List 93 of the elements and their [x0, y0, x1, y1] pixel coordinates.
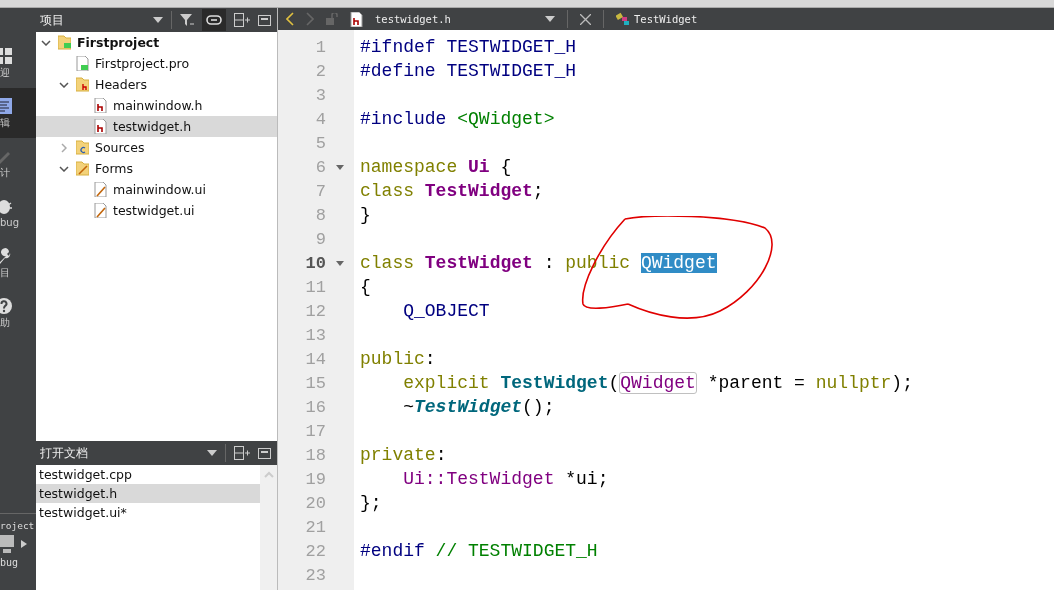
code-line: namespace Ui {: [360, 157, 512, 177]
link-button[interactable]: [202, 9, 226, 31]
code-line: private:: [360, 445, 447, 465]
code-line: {: [360, 277, 371, 297]
line-number: 3: [314, 85, 326, 105]
tree-item[interactable]: Firstproject: [36, 32, 277, 53]
fold-arrow-icon[interactable]: [336, 164, 344, 170]
form-folder-icon: [76, 161, 89, 176]
mode-button[interactable]: 目: [0, 238, 36, 288]
qt-folder-icon: [58, 35, 71, 50]
line-number: 9: [314, 229, 326, 249]
code-line: ~TestWidget();: [402, 397, 555, 417]
line-number: 1: [314, 37, 326, 57]
line-number: 11: [304, 277, 326, 297]
mode-button[interactable]: 助: [0, 288, 36, 338]
wrench-icon: [0, 248, 12, 264]
line-number: 16: [304, 397, 326, 417]
code-line: class TestWidget;: [360, 181, 544, 201]
tree-item[interactable]: testwidget.ui: [36, 200, 277, 221]
mode-button[interactable]: 迎: [0, 38, 36, 88]
tree-item[interactable]: mainwindow.ui: [36, 179, 277, 200]
document-icon: [0, 98, 12, 114]
filter-icon[interactable]: [180, 13, 194, 27]
monitor-icon: [0, 535, 16, 553]
code-line: #endif // TESTWIDGET_H: [360, 541, 598, 561]
tree-item[interactable]: Firstproject.pro: [36, 53, 277, 74]
mode-button[interactable]: bug: [0, 188, 36, 238]
split-icon[interactable]: [234, 446, 250, 460]
line-number: 20: [304, 493, 326, 513]
tree-item[interactable]: Sources: [36, 137, 277, 158]
code-line: };: [360, 493, 382, 513]
dropdown-icon[interactable]: [207, 450, 217, 456]
code-line: }: [360, 205, 371, 225]
tree-item[interactable]: testwidget.h: [36, 116, 277, 137]
bug-icon: [0, 198, 12, 214]
line-number: 22: [304, 541, 326, 561]
code-line: explicit TestWidget(QWidget *parent = nullptr);: [402, 373, 913, 393]
document-item[interactable]: testwidget.ui*: [36, 503, 260, 522]
back-icon[interactable]: [286, 12, 294, 26]
target-selector[interactable]: roject bug: [0, 520, 36, 590]
code-line: #include <QWidget>: [360, 109, 555, 129]
line-number: 5: [314, 133, 326, 153]
header-file-icon: [94, 119, 107, 134]
code-line: public:: [360, 349, 436, 369]
header-file-icon: [350, 11, 363, 27]
line-number: 6: [314, 157, 326, 177]
dropdown-icon: [545, 16, 555, 22]
code-line: #define TESTWIDGET_H: [360, 61, 577, 81]
document-item[interactable]: testwidget.h: [36, 484, 260, 503]
line-number: 4: [314, 109, 326, 129]
line-number: 19: [304, 469, 326, 489]
tree-item[interactable]: Forms: [36, 158, 277, 179]
form-file-icon: [94, 182, 107, 197]
grid-icon: [0, 48, 12, 64]
tree-item[interactable]: Headers: [36, 74, 277, 95]
close-panel-icon[interactable]: [258, 14, 271, 26]
form-file-icon: [94, 203, 107, 218]
line-number: 14: [304, 349, 326, 369]
line-number: 7: [314, 181, 326, 201]
line-number: 8: [314, 205, 326, 225]
qt-file-icon: [76, 56, 89, 71]
code-line: Q_OBJECT: [402, 301, 490, 321]
line-number: 15: [304, 373, 326, 393]
document-item[interactable]: testwidget.cpp: [36, 465, 260, 484]
code-line: #ifndef TESTWIDGET_H: [360, 37, 577, 57]
mode-button[interactable]: 辑: [0, 88, 36, 138]
symbol-selector[interactable]: TestWidget: [616, 12, 698, 26]
mode-button[interactable]: 计: [0, 138, 36, 188]
line-number: 17: [304, 421, 326, 441]
header-file-icon: [94, 98, 107, 113]
dropdown-icon[interactable]: [153, 17, 163, 23]
line-number: 18: [304, 445, 326, 465]
panel-title: 打开文档: [40, 444, 89, 462]
line-number: 13: [304, 325, 326, 345]
split-icon[interactable]: [234, 13, 250, 27]
line-number: 23: [304, 565, 326, 585]
link-icon: [206, 15, 222, 25]
tree-item[interactable]: mainwindow.h: [36, 95, 277, 116]
fold-arrow-icon[interactable]: [336, 260, 344, 266]
code-line: Ui::TestWidget *ui;: [402, 469, 609, 489]
panel-title: 项目: [40, 11, 65, 29]
close-icon[interactable]: [580, 13, 591, 25]
line-number: 12: [304, 301, 326, 321]
close-panel-icon[interactable]: [258, 447, 271, 459]
scrollbar[interactable]: [260, 465, 277, 590]
caret-icon: [21, 540, 27, 548]
class-icon: [616, 12, 630, 26]
line-number: 21: [304, 517, 326, 537]
header-folder-icon: [76, 77, 89, 92]
file-selector[interactable]: testwidget.h: [375, 13, 555, 25]
line-number: 10: [304, 253, 326, 273]
line-number: 2: [314, 61, 326, 81]
source-folder-icon: [76, 140, 89, 155]
